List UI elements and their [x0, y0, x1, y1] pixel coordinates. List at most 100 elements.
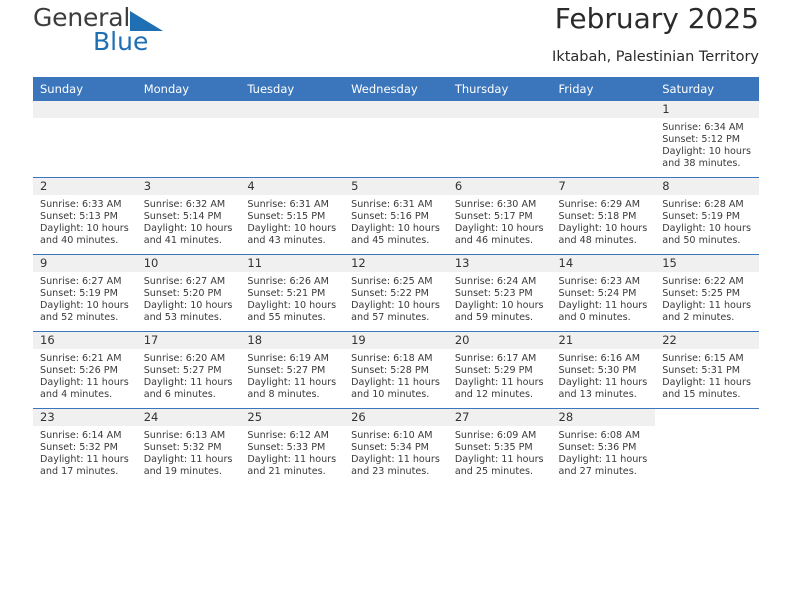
calendar-day-cell[interactable]: 13 Sunrise: 6:24 AM Sunset: 5:23 PM Dayligh…: [447, 254, 552, 332]
calendar-day-cell[interactable]: 19 Sunrise: 6:18 AM Sunset: 5:28 PM Dayligh…: [344, 331, 448, 409]
calendar-week-row: 1 Sunrise: 6:34 AM Sunset: 5:12 PM Daylight…: [33, 101, 759, 178]
daylight-text: Daylight: 10 hours and 46 minutes.: [454, 223, 544, 247]
day-number: 15: [655, 255, 759, 272]
calendar-day-cell[interactable]: 16 Sunrise: 6:21 AM Sunset: 5:26 PM Dayligh…: [33, 331, 137, 409]
calendar-day-cell[interactable]: 24 Sunrise: 6:13 AM Sunset: 5:32 PM Dayligh…: [136, 408, 241, 485]
day-details: Sunrise: 6:33 AM Sunset: 5:13 PM Daylight:…: [33, 195, 137, 247]
day-details: Sunrise: 6:25 AM Sunset: 5:22 PM Daylight:…: [344, 272, 448, 324]
calendar-day-cell[interactable]: 21 Sunrise: 6:16 AM Sunset: 5:30 PM Dayligh…: [551, 331, 656, 409]
day-number: 11: [240, 255, 345, 272]
calendar-day-cell[interactable]: 4 Sunrise: 6:31 AM Sunset: 5:15 PM Daylight…: [240, 177, 345, 255]
sunset-text: Sunset: 5:35 PM: [454, 442, 533, 454]
daylight-text: Daylight: 10 hours and 55 minutes.: [247, 300, 337, 324]
day-number: 28: [551, 409, 656, 426]
day-number: [240, 101, 345, 118]
daylight-text: Daylight: 10 hours and 59 minutes.: [454, 300, 544, 324]
logo-text-blue: Blue: [93, 27, 149, 56]
day-number: [136, 101, 241, 118]
calendar-empty-cell: [136, 101, 241, 178]
day-number: 14: [551, 255, 656, 272]
calendar-day-cell[interactable]: 17 Sunrise: 6:20 AM Sunset: 5:27 PM Dayligh…: [136, 331, 241, 409]
calendar-day-cell[interactable]: 11 Sunrise: 6:26 AM Sunset: 5:21 PM Dayligh…: [240, 254, 345, 332]
day-details: Sunrise: 6:23 AM Sunset: 5:24 PM Daylight:…: [552, 272, 656, 324]
sunset-text: Sunset: 5:23 PM: [454, 288, 533, 300]
daylight-text: Daylight: 10 hours and 50 minutes.: [662, 223, 751, 247]
calendar-week-row: 2 Sunrise: 6:33 AM Sunset: 5:13 PM Daylight…: [33, 177, 759, 255]
daylight-text: Daylight: 11 hours and 10 minutes.: [351, 377, 440, 401]
sunrise-text: Sunrise: 6:26 AM: [247, 276, 329, 287]
sunset-text: Sunset: 5:19 PM: [40, 288, 118, 300]
sunrise-text: Sunrise: 6:22 AM: [662, 276, 744, 287]
day-number: 1: [655, 101, 759, 118]
calendar-day-cell[interactable]: 8 Sunrise: 6:28 AM Sunset: 5:19 PM Daylight…: [655, 177, 759, 255]
calendar-day-cell[interactable]: 2 Sunrise: 6:33 AM Sunset: 5:13 PM Daylight…: [33, 177, 137, 255]
day-details: Sunrise: 6:20 AM Sunset: 5:27 PM Daylight:…: [137, 349, 241, 401]
calendar-day-cell[interactable]: 6 Sunrise: 6:30 AM Sunset: 5:17 PM Daylight…: [447, 177, 552, 255]
sunset-text: Sunset: 5:22 PM: [351, 288, 429, 300]
day-number: [551, 101, 656, 118]
calendar-day-cell[interactable]: 25 Sunrise: 6:12 AM Sunset: 5:33 PM Dayligh…: [240, 408, 345, 485]
weekday-header-monday: Monday: [136, 77, 241, 101]
calendar-week-row: 9 Sunrise: 6:27 AM Sunset: 5:19 PM Daylight…: [33, 254, 759, 332]
calendar-body: 1 Sunrise: 6:34 AM Sunset: 5:12 PM Daylight…: [33, 101, 759, 485]
day-number: 27: [447, 409, 552, 426]
calendar-empty-cell: [655, 408, 759, 485]
calendar-day-cell[interactable]: 28 Sunrise: 6:08 AM Sunset: 5:36 PM Dayligh…: [551, 408, 656, 485]
sunset-text: Sunset: 5:17 PM: [454, 211, 533, 223]
calendar-day-cell[interactable]: 14 Sunrise: 6:23 AM Sunset: 5:24 PM Dayligh…: [551, 254, 656, 332]
general-blue-logo[interactable]: General Blue: [33, 4, 233, 64]
daylight-text: Daylight: 11 hours and 6 minutes.: [143, 377, 233, 401]
day-number: 18: [240, 332, 345, 349]
calendar-day-cell[interactable]: 15 Sunrise: 6:22 AM Sunset: 5:25 PM Dayligh…: [655, 254, 759, 332]
sunset-text: Sunset: 5:16 PM: [351, 211, 429, 223]
day-number: 20: [447, 332, 552, 349]
sunrise-text: Sunrise: 6:32 AM: [143, 199, 226, 210]
day-details: Sunrise: 6:27 AM Sunset: 5:20 PM Daylight:…: [137, 272, 241, 324]
sunrise-text: Sunrise: 6:29 AM: [558, 199, 640, 210]
calendar-day-cell[interactable]: 23 Sunrise: 6:14 AM Sunset: 5:32 PM Dayligh…: [33, 408, 137, 485]
weekday-header-thursday: Thursday: [447, 77, 552, 101]
calendar-day-cell[interactable]: 5 Sunrise: 6:31 AM Sunset: 5:16 PM Daylight…: [344, 177, 448, 255]
sunrise-text: Sunrise: 6:12 AM: [247, 430, 329, 441]
sunset-text: Sunset: 5:20 PM: [143, 288, 222, 300]
daylight-text: Daylight: 11 hours and 0 minutes.: [558, 300, 648, 324]
day-details: Sunrise: 6:16 AM Sunset: 5:30 PM Daylight:…: [552, 349, 656, 401]
day-details: Sunrise: 6:12 AM Sunset: 5:33 PM Daylight:…: [240, 426, 344, 478]
weekday-header-wednesday: Wednesday: [344, 77, 448, 101]
weekday-header-sunday: Sunday: [33, 77, 137, 101]
day-number: 2: [33, 178, 137, 195]
day-number: [447, 101, 552, 118]
calendar-day-cell[interactable]: 7 Sunrise: 6:29 AM Sunset: 5:18 PM Daylight…: [551, 177, 656, 255]
calendar-day-cell[interactable]: 3 Sunrise: 6:32 AM Sunset: 5:14 PM Daylight…: [136, 177, 241, 255]
sunset-text: Sunset: 5:27 PM: [247, 365, 326, 377]
calendar-page: General Blue February 2025 Iktabah, Pale…: [0, 0, 792, 612]
calendar-day-cell[interactable]: 10 Sunrise: 6:27 AM Sunset: 5:20 PM Dayligh…: [136, 254, 241, 332]
weekday-header-saturday: Saturday: [655, 77, 759, 101]
day-number: 12: [344, 255, 448, 272]
calendar-day-cell[interactable]: 22 Sunrise: 6:15 AM Sunset: 5:31 PM Dayligh…: [655, 331, 759, 409]
sunset-text: Sunset: 5:26 PM: [40, 365, 118, 377]
calendar-day-cell[interactable]: 12 Sunrise: 6:25 AM Sunset: 5:22 PM Dayligh…: [344, 254, 448, 332]
calendar-day-cell[interactable]: 26 Sunrise: 6:10 AM Sunset: 5:34 PM Dayligh…: [344, 408, 448, 485]
day-details: Sunrise: 6:14 AM Sunset: 5:32 PM Daylight:…: [33, 426, 137, 478]
sunrise-text: Sunrise: 6:17 AM: [454, 353, 537, 364]
sunrise-text: Sunrise: 6:24 AM: [454, 276, 537, 287]
daylight-text: Daylight: 11 hours and 13 minutes.: [558, 377, 648, 401]
day-number: 13: [447, 255, 552, 272]
calendar-day-cell[interactable]: 1 Sunrise: 6:34 AM Sunset: 5:12 PM Daylight…: [655, 101, 759, 178]
sunrise-text: Sunrise: 6:31 AM: [247, 199, 329, 210]
daylight-text: Daylight: 10 hours and 48 minutes.: [558, 223, 648, 247]
calendar-day-cell[interactable]: 27 Sunrise: 6:09 AM Sunset: 5:35 PM Dayligh…: [447, 408, 552, 485]
day-details: Sunrise: 6:34 AM Sunset: 5:12 PM Daylight:…: [655, 118, 759, 170]
day-number: 24: [136, 409, 241, 426]
calendar-day-cell[interactable]: 18 Sunrise: 6:19 AM Sunset: 5:27 PM Dayligh…: [240, 331, 345, 409]
sunset-text: Sunset: 5:36 PM: [558, 442, 637, 454]
sunrise-text: Sunrise: 6:34 AM: [662, 122, 744, 133]
calendar-day-cell[interactable]: 9 Sunrise: 6:27 AM Sunset: 5:19 PM Daylight…: [33, 254, 137, 332]
calendar-week-row: 23 Sunrise: 6:14 AM Sunset: 5:32 PM Dayligh…: [33, 408, 759, 485]
daylight-text: Daylight: 10 hours and 41 minutes.: [143, 223, 233, 247]
day-details: Sunrise: 6:31 AM Sunset: 5:15 PM Daylight:…: [240, 195, 344, 247]
day-details: Sunrise: 6:24 AM Sunset: 5:23 PM Daylight:…: [448, 272, 552, 324]
calendar-day-cell[interactable]: 20 Sunrise: 6:17 AM Sunset: 5:29 PM Dayligh…: [447, 331, 552, 409]
sunset-text: Sunset: 5:31 PM: [662, 365, 741, 377]
